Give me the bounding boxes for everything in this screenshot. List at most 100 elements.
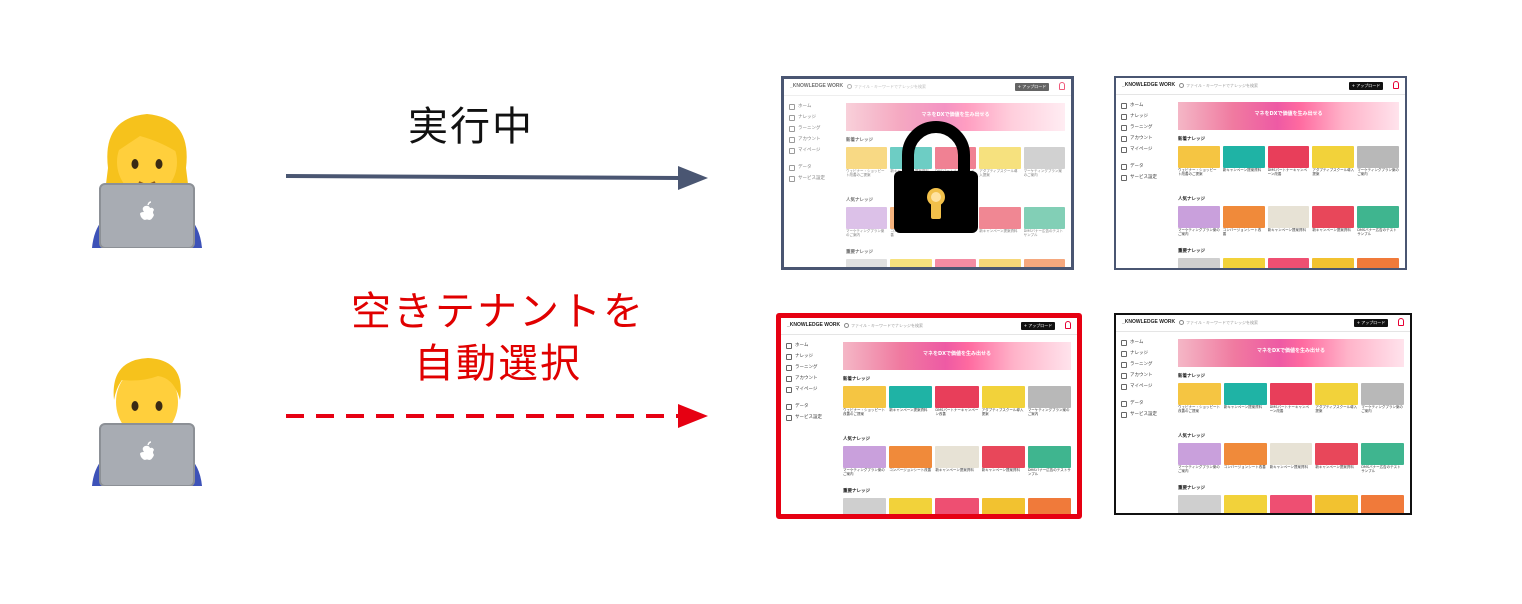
knowledge-card-row xyxy=(1178,146,1399,168)
knowledge-card[interactable] xyxy=(981,498,1025,514)
sidebar-item[interactable]: ナレッジ xyxy=(785,351,837,362)
knowledge-card[interactable] xyxy=(889,446,933,468)
knowledge-card[interactable] xyxy=(1027,498,1072,514)
notification-icon[interactable] xyxy=(1398,318,1404,326)
sidebar-item[interactable]: ホーム xyxy=(1120,337,1172,348)
knowledge-card[interactable] xyxy=(843,386,887,408)
knowledge-card[interactable] xyxy=(1178,146,1220,168)
knowledge-card[interactable] xyxy=(1361,383,1404,405)
knowledge-card[interactable] xyxy=(981,446,1025,468)
app-sidebar: ホーム ナレッジ ラーニング アカウント マイページデータ サービス設定 xyxy=(1120,337,1172,420)
knowledge-card-row xyxy=(843,498,1072,514)
card-caption: 新キャンペーン提案資料 xyxy=(1222,168,1262,172)
knowledge-card[interactable] xyxy=(1357,146,1399,168)
card-caption: アダプティブスクール導入提案 xyxy=(1312,168,1355,176)
knowledge-card[interactable] xyxy=(1315,443,1359,465)
sidebar-item[interactable]: サービス設定 xyxy=(785,412,837,423)
knowledge-card[interactable] xyxy=(1312,258,1355,268)
knowledge-card[interactable] xyxy=(889,498,933,514)
upload-button[interactable]: + アップロード xyxy=(1354,319,1388,327)
sidebar-item[interactable]: ナレッジ xyxy=(1120,111,1172,122)
sidebar-item[interactable]: データ xyxy=(1120,161,1172,172)
knowledge-card[interactable] xyxy=(935,498,979,514)
knowledge-card[interactable] xyxy=(1312,146,1355,168)
sidebar-item[interactable]: マイページ xyxy=(1120,381,1172,392)
knowledge-card[interactable] xyxy=(1222,146,1265,168)
knowledge-card[interactable] xyxy=(1223,443,1267,465)
sidebar-item[interactable]: サービス設定 xyxy=(1120,409,1172,420)
search-input[interactable]: ファイル・キーワードでナレッジを検索 xyxy=(843,321,953,330)
knowledge-card[interactable] xyxy=(1222,258,1265,268)
knowledge-card[interactable] xyxy=(843,446,887,468)
knowledge-card[interactable] xyxy=(935,446,979,468)
search-input[interactable]: ファイル・キーワードでナレッジを検索 xyxy=(1178,81,1288,90)
knowledge-card[interactable] xyxy=(1178,443,1221,465)
knowledge-card[interactable] xyxy=(1315,383,1359,405)
knowledge-card-row xyxy=(1178,206,1399,228)
sidebar-item[interactable]: アカウント xyxy=(785,373,837,384)
knowledge-card[interactable] xyxy=(1178,495,1221,513)
notification-icon[interactable] xyxy=(1065,321,1071,329)
woman-technologist-emoji xyxy=(92,114,202,248)
sidebar-item[interactable]: マイページ xyxy=(1120,144,1172,155)
sidebar-item[interactable]: データ xyxy=(1120,398,1172,409)
card-captions: ウェビナー・ショッピート改善のご提案新キャンペーン提案資料DMSパートナーキャン… xyxy=(843,408,1071,416)
knowledge-card[interactable] xyxy=(1223,495,1267,513)
knowledge-card[interactable] xyxy=(1267,206,1310,228)
knowledge-card[interactable] xyxy=(1269,443,1313,465)
sidebar-item[interactable]: データ xyxy=(785,401,837,412)
knowledge-card[interactable] xyxy=(1269,495,1313,513)
card-caption: DMSパートナーキャンペーン改善 xyxy=(935,408,979,416)
knowledge-card[interactable] xyxy=(843,498,887,514)
knowledge-card[interactable] xyxy=(1027,386,1072,408)
app-logo: _KNOWLEDGE WORK xyxy=(787,322,841,328)
card-caption: コンバージョンシート改善 xyxy=(889,468,932,472)
knowledge-card[interactable] xyxy=(1178,206,1220,228)
knowledge-card[interactable] xyxy=(1361,495,1404,513)
knowledge-card[interactable] xyxy=(1361,443,1404,465)
sidebar-item[interactable]: ラーニング xyxy=(785,362,837,373)
upload-button[interactable]: + アップロード xyxy=(1349,82,1383,90)
search-input[interactable]: ファイル・キーワードでナレッジを検索 xyxy=(1178,318,1288,327)
knowledge-card[interactable] xyxy=(889,386,933,408)
knowledge-card[interactable] xyxy=(1178,383,1221,405)
sidebar-item[interactable]: アカウント xyxy=(1120,370,1172,381)
card-caption: DMSバナー広告のテストサンプル xyxy=(1357,228,1397,236)
knowledge-card[interactable] xyxy=(1267,258,1310,268)
sidebar-item[interactable]: サービス設定 xyxy=(1120,172,1172,183)
knowledge-card[interactable] xyxy=(1027,446,1072,468)
card-caption: マーケティングプラン案のご案内 xyxy=(1178,228,1220,236)
knowledge-card[interactable] xyxy=(1312,206,1355,228)
card-caption: DMSバナー広告のテストサンプル xyxy=(1361,465,1401,473)
sidebar-item[interactable]: ラーニング xyxy=(1120,122,1172,133)
app-topbar: _KNOWLEDGE WORK ファイル・キーワードでナレッジを検索 + アップロー… xyxy=(781,318,1077,335)
knowledge-card[interactable] xyxy=(1223,383,1267,405)
knowledge-card[interactable] xyxy=(1357,258,1399,268)
knowledge-card[interactable] xyxy=(1269,383,1313,405)
card-caption: ウェビナー・ショッピート改善のご提案 xyxy=(1178,405,1220,413)
knowledge-card[interactable] xyxy=(981,386,1025,408)
section-title: 新着ナレッジ xyxy=(1178,374,1205,379)
sidebar-item[interactable]: ナレッジ xyxy=(1120,348,1172,359)
knowledge-card[interactable] xyxy=(935,386,979,408)
notification-icon[interactable] xyxy=(1393,81,1399,89)
knowledge-card[interactable] xyxy=(1222,206,1265,228)
sidebar-item[interactable]: ホーム xyxy=(785,340,837,351)
knowledge-card[interactable] xyxy=(1357,206,1399,228)
section-title: 人気ナレッジ xyxy=(1178,197,1205,202)
card-caption: 新キャンペーン提案資料 xyxy=(1223,405,1263,409)
sidebar-item[interactable]: アカウント xyxy=(1120,133,1172,144)
section-title: 人気ナレッジ xyxy=(843,437,870,442)
sidebar-item[interactable]: ホーム xyxy=(1120,100,1172,111)
knowledge-card[interactable] xyxy=(1267,146,1310,168)
padlock-icon xyxy=(894,121,978,233)
knowledge-card[interactable] xyxy=(1315,495,1359,513)
upload-button[interactable]: + アップロード xyxy=(1021,322,1055,330)
card-captions: ウェビナー・ショッピート改善のご提案新キャンペーン提案資料DMSパートナーキャン… xyxy=(1178,168,1399,176)
section-title: 人気ナレッジ xyxy=(1178,434,1205,439)
card-captions: マーケティングプラン案のご案内コンバージョンシート改善新キャンペーン提案資料新キ… xyxy=(1178,465,1404,473)
sidebar-item[interactable]: マイページ xyxy=(785,384,837,395)
card-caption: DMSパートナーキャンペーン改善 xyxy=(1267,168,1308,176)
sidebar-item[interactable]: ラーニング xyxy=(1120,359,1172,370)
knowledge-card[interactable] xyxy=(1178,258,1220,268)
